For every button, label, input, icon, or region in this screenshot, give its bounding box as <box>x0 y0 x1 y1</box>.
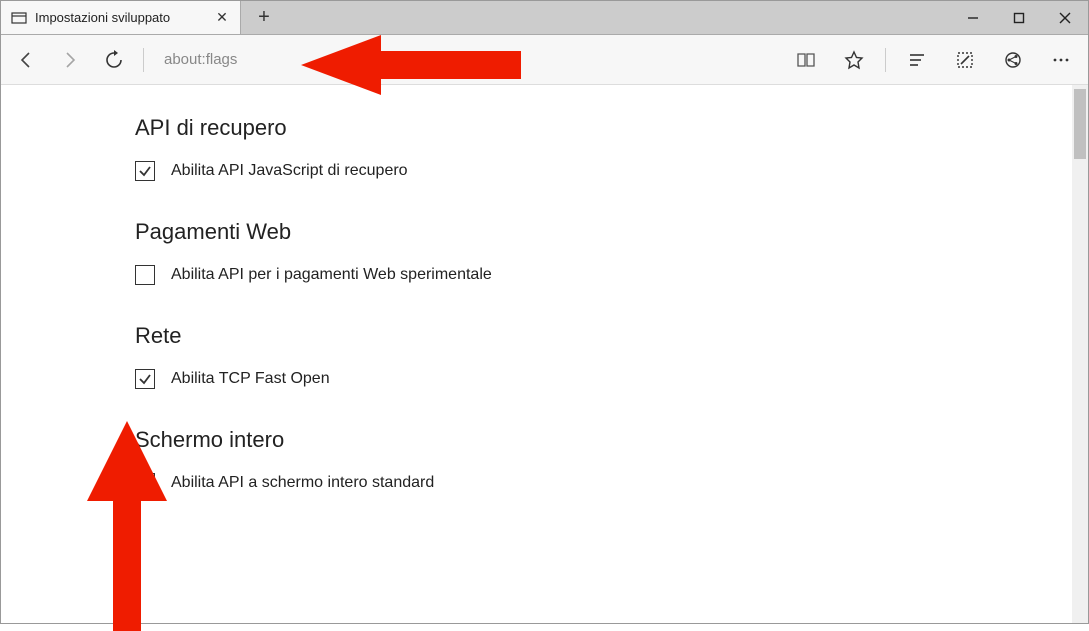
new-tab-button[interactable]: + <box>241 1 287 34</box>
more-icon[interactable] <box>1044 43 1078 77</box>
checkbox-enable-fetch-api[interactable] <box>135 161 155 181</box>
forward-button[interactable] <box>55 45 85 75</box>
checkbox-enable-web-payments[interactable] <box>135 265 155 285</box>
share-icon[interactable] <box>996 43 1030 77</box>
minimize-button[interactable] <box>950 1 996 34</box>
back-button[interactable] <box>11 45 41 75</box>
browser-tab[interactable]: Impostazioni sviluppato ✕ <box>1 1 241 34</box>
checkbox-enable-tcp-fast-open[interactable] <box>135 369 155 389</box>
toolbar: about:flags <box>1 35 1088 85</box>
section-heading: API di recupero <box>135 115 1088 141</box>
window-controls <box>950 1 1088 34</box>
scrollbar-thumb[interactable] <box>1074 89 1086 159</box>
option-label: Abilita TCP Fast Open <box>171 370 330 388</box>
option-row: Abilita API a schermo intero standard <box>135 473 1088 493</box>
separator <box>885 48 886 72</box>
option-label: Abilita API per i pagamenti Web sperimen… <box>171 266 492 284</box>
page-content: API di recupero Abilita API JavaScript d… <box>1 85 1088 623</box>
option-row: Abilita TCP Fast Open <box>135 369 1088 389</box>
reading-view-icon[interactable] <box>789 43 823 77</box>
titlebar: Impostazioni sviluppato ✕ + <box>1 1 1088 35</box>
option-row: Abilita API per i pagamenti Web sperimen… <box>135 265 1088 285</box>
notes-icon[interactable] <box>948 43 982 77</box>
hub-icon[interactable] <box>900 43 934 77</box>
page-icon <box>11 10 27 26</box>
refresh-button[interactable] <box>99 45 129 75</box>
maximize-button[interactable] <box>996 1 1042 34</box>
section-heading: Schermo intero <box>135 427 1088 453</box>
section-heading: Rete <box>135 323 1088 349</box>
option-row: Abilita API JavaScript di recupero <box>135 161 1088 181</box>
option-label: Abilita API a schermo intero standard <box>171 474 434 492</box>
scrollbar[interactable] <box>1072 85 1088 623</box>
close-window-button[interactable] <box>1042 1 1088 34</box>
section-recovery-api: API di recupero Abilita API JavaScript d… <box>135 115 1088 181</box>
option-label: Abilita API JavaScript di recupero <box>171 162 408 180</box>
favorite-star-icon[interactable] <box>837 43 871 77</box>
section-network: Rete Abilita TCP Fast Open <box>135 323 1088 389</box>
section-web-payments: Pagamenti Web Abilita API per i pagament… <box>135 219 1088 285</box>
tab-title: Impostazioni sviluppato <box>35 10 206 25</box>
address-bar[interactable]: about:flags <box>158 51 237 68</box>
section-fullscreen: Schermo intero Abilita API a schermo int… <box>135 427 1088 493</box>
tab-close-icon[interactable]: ✕ <box>214 9 230 26</box>
section-heading: Pagamenti Web <box>135 219 1088 245</box>
separator <box>143 48 144 72</box>
checkbox-enable-fullscreen-api[interactable] <box>135 473 155 493</box>
